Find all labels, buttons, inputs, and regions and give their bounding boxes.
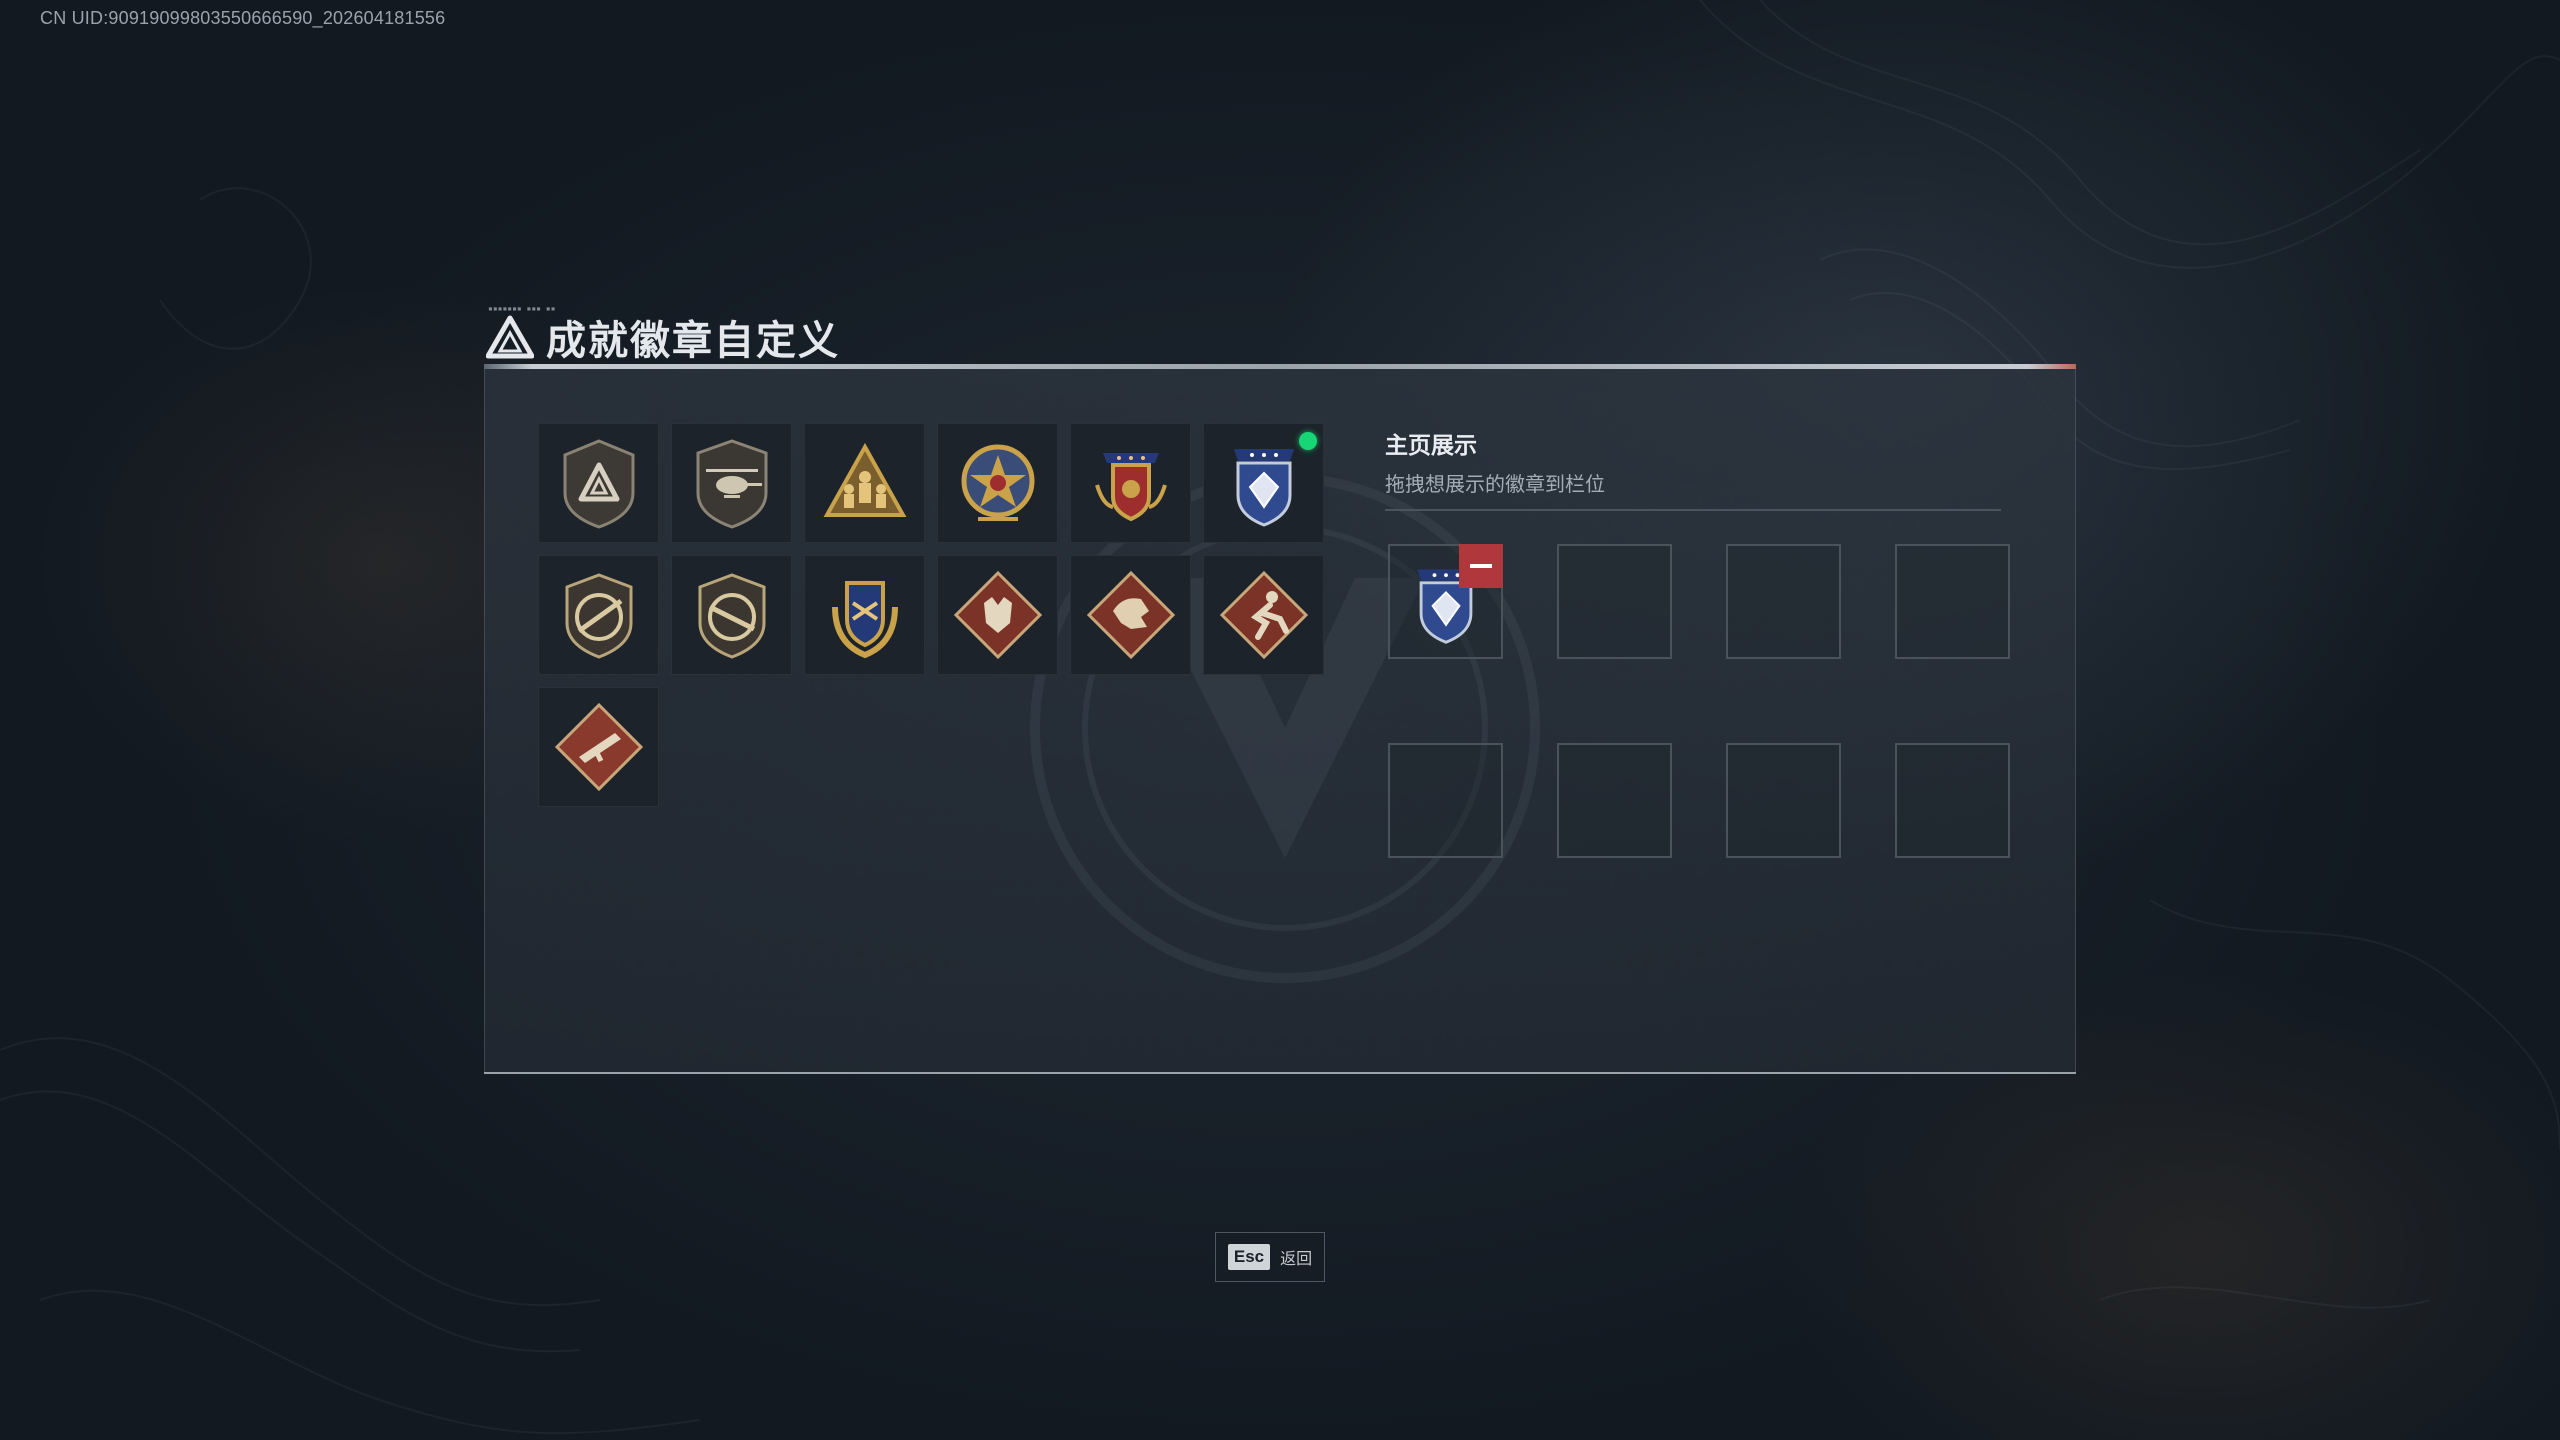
gold-laurel-shield-badge-icon [831, 581, 898, 659]
showcase-header: 主页展示 拖拽想展示的徽章到栏位 [1385, 426, 2001, 511]
badge-cell[interactable] [538, 555, 659, 675]
wolf-diamond-badge-icon [953, 570, 1042, 660]
delta-triangle-shield-badge-icon [563, 439, 634, 529]
winged-star-crest-badge-icon [1094, 453, 1167, 522]
badge-cell[interactable] [538, 687, 659, 807]
badge-cell[interactable] [1070, 555, 1191, 675]
showcase-slot-grid [1388, 544, 2010, 858]
panel-header: ▪▪▪▪▪▪▪ ▪▪▪ ▪▪ 成就徽章自定义 [486, 304, 840, 366]
helicopter-shield-badge-icon [696, 439, 767, 529]
badge-cell[interactable] [1203, 555, 1324, 675]
divider [1385, 509, 2001, 511]
minus-icon [1470, 564, 1492, 568]
remove-badge-button[interactable] [1459, 544, 1503, 588]
rifle-shield-badge-icon [565, 573, 632, 659]
runner-diamond-badge-icon [1219, 570, 1308, 660]
badge-inventory-grid [538, 423, 1324, 807]
badge-cell[interactable] [1203, 423, 1324, 543]
soldiers-triangle-badge-icon [823, 442, 906, 517]
uid-label: CN UID:90919099803550666590_202604181556 [40, 8, 446, 28]
panel-top-line [484, 364, 2076, 369]
showcase-slot[interactable] [1895, 743, 2010, 858]
showcase-slot[interactable] [1388, 743, 1503, 858]
badge-cell[interactable] [937, 555, 1058, 675]
badge-cell[interactable] [804, 423, 925, 543]
rifle-shield-badge-2-icon [698, 573, 765, 659]
showcase-slot[interactable] [1726, 544, 1841, 659]
showcase-slot[interactable] [1557, 743, 1672, 858]
showcase-subtitle: 拖拽想展示的徽章到栏位 [1385, 472, 1605, 496]
star-crest-badge-icon [961, 444, 1034, 521]
esc-key-icon: Esc [1227, 1244, 1271, 1270]
panel-bottom-line [484, 1072, 2076, 1074]
badge-cell[interactable] [937, 423, 1058, 543]
badge-cell[interactable] [804, 555, 925, 675]
showcase-slot[interactable] [1726, 743, 1841, 858]
badge-cell[interactable] [538, 423, 659, 543]
showcase-slot[interactable] [1388, 544, 1503, 659]
badge-customize-panel: 主页展示 拖拽想展示的徽章到栏位 [484, 364, 2076, 1074]
dragon-diamond-badge-icon [1086, 570, 1175, 660]
badge-cell[interactable] [1070, 423, 1191, 543]
esc-back-button[interactable]: Esc 返回 [1215, 1232, 1325, 1282]
header-decoration: ▪▪▪▪▪▪▪ ▪▪▪ ▪▪ [488, 304, 556, 313]
badge-cell[interactable] [671, 555, 792, 675]
delta-triangle-logo-icon [486, 315, 534, 359]
blue-diamond-shield-badge-icon [1233, 449, 1294, 527]
page-title: 成就徽章自定义 [546, 318, 840, 364]
weapon-diamond-badge-icon [554, 702, 643, 792]
showcase-slot[interactable] [1557, 544, 1672, 659]
showcase-slot[interactable] [1895, 544, 2010, 659]
showcase-title: 主页展示 [1385, 433, 1477, 459]
equipped-indicator [1299, 432, 1317, 450]
badge-cell[interactable] [671, 423, 792, 543]
back-label: 返回 [1280, 1249, 1313, 1268]
